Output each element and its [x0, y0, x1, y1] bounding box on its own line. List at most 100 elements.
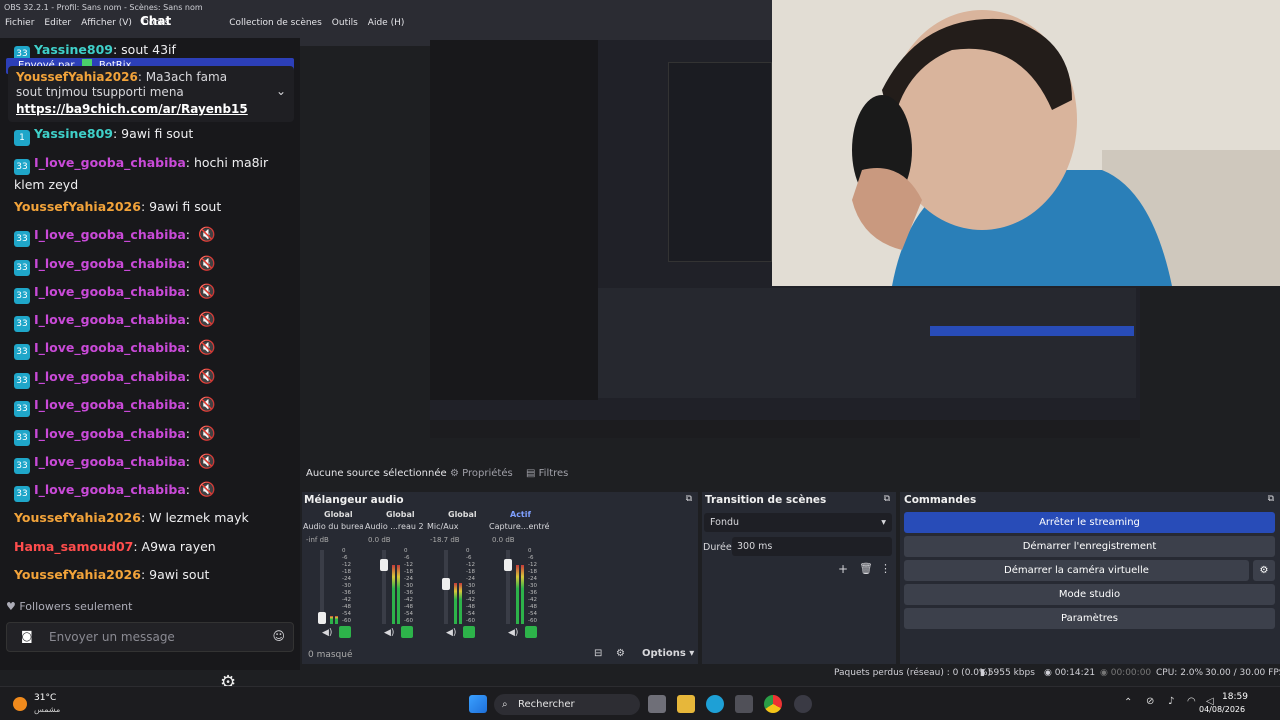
chat-username[interactable]: I_love_gooba_chabiba [34, 454, 186, 469]
chat-username[interactable]: YoussefYahia2026 [14, 199, 141, 214]
weather-desc: مشمس [34, 705, 61, 714]
db-tick: -48 [466, 604, 475, 610]
chat-username[interactable]: Hama_samoud07 [14, 539, 133, 554]
menu-editer[interactable]: Editer [44, 18, 71, 28]
chat-input-icon: ◙ [21, 629, 33, 643]
chat-input[interactable]: ◙ Envoyer un message ☺ [6, 622, 294, 652]
headphones-icon[interactable] [401, 626, 413, 638]
channel-name[interactable]: Mic/Aux [427, 522, 487, 531]
chat-username[interactable]: I_love_gooba_chabiba [34, 227, 186, 242]
duration-label: Durée [703, 542, 732, 553]
windows-start-icon[interactable] [469, 695, 487, 713]
obs-icon[interactable] [794, 695, 812, 713]
status-fps: 30.00 / 30.00 FPS [1205, 668, 1280, 678]
channel-name[interactable]: Capture...entrée) [489, 522, 549, 531]
speaker-icon[interactable]: ◀) [322, 628, 332, 638]
channel-scope: Actif [510, 510, 531, 519]
clock-date: 04/08/2026 [1199, 705, 1246, 714]
channel-scope: Global [324, 510, 353, 519]
channel-name[interactable]: Audio ...reau 2 [365, 522, 425, 531]
volume-slider-handle[interactable] [380, 559, 388, 572]
headphones-icon[interactable] [525, 626, 537, 638]
chat-username[interactable]: I_love_gooba_chabiba [34, 312, 186, 327]
start-virtual-camera-button[interactable]: Démarrer la caméra virtuelle [904, 560, 1249, 581]
menu-collection[interactable]: Collection de scènes [229, 18, 322, 28]
more-icon[interactable]: ⋮ [880, 562, 891, 575]
db-tick: -18 [404, 569, 413, 575]
clock-time[interactable]: 18:59 [1222, 692, 1248, 702]
stop-streaming-button[interactable]: Arrêter le streaming [904, 512, 1275, 533]
speaker-icon[interactable]: ◀) [384, 628, 394, 638]
delete-icon[interactable]: 🗑 [859, 562, 873, 575]
transition-select[interactable]: Fondu ▾ [704, 513, 892, 532]
headphones-icon[interactable] [339, 626, 351, 638]
layout-icon[interactable]: ⊟ [594, 648, 602, 659]
mic-icon[interactable]: ♪ [1168, 696, 1174, 707]
db-tick: -42 [342, 597, 351, 603]
chat-username[interactable]: I_love_gooba_chabiba [34, 397, 186, 412]
chat-dock-label: Chat [140, 14, 172, 28]
speaker-icon[interactable]: ◀) [508, 628, 518, 638]
sub-badge: 33 [14, 373, 30, 389]
settings-icon[interactable]: ⚙ [616, 648, 625, 659]
studio-mode-button[interactable]: Mode studio [904, 584, 1275, 605]
undock-icon[interactable]: ⧉ [1268, 494, 1274, 504]
speaker-icon[interactable]: ◀) [446, 628, 456, 638]
chat-message: 33 I_love_gooba_chabiba: 🔇 [14, 227, 215, 247]
chat-username[interactable]: I_love_gooba_chabiba [34, 369, 186, 384]
pinned-link[interactable]: https://ba9chich.com/ar/Rayenb15 [16, 102, 248, 116]
weather-temp[interactable]: 31°C [34, 693, 56, 703]
emoji-icon[interactable]: ☺ [272, 629, 285, 643]
db-tick: -42 [528, 597, 537, 603]
chat-message: 33 I_love_gooba_chabiba: hochi ma8ir klem… [14, 153, 284, 195]
volume-slider-handle[interactable] [318, 612, 326, 624]
task-view-icon[interactable] [648, 695, 666, 713]
settings-button[interactable]: Paramètres [904, 608, 1275, 629]
chrome-icon[interactable] [764, 695, 782, 713]
volume-slider-handle[interactable] [504, 559, 512, 572]
chat-text: : [185, 369, 190, 384]
status-bitrate: ▮ 5955 kbps [980, 668, 1035, 678]
properties-button[interactable]: ⚙ Propriétés [450, 468, 513, 479]
chat-username[interactable]: I_love_gooba_chabiba [34, 256, 186, 271]
undock-icon[interactable]: ⧉ [884, 494, 890, 504]
preview-obs-docks [598, 288, 1136, 398]
chat-message: 33 I_love_gooba_chabiba: 🔇 [14, 397, 215, 417]
chat-username[interactable]: I_love_gooba_chabiba [34, 155, 186, 170]
start-recording-button[interactable]: Démarrer l'enregistrement [904, 536, 1275, 557]
menu-aide[interactable]: Aide (H) [368, 18, 405, 28]
edge-icon[interactable] [706, 695, 724, 713]
wifi-icon[interactable]: ◠ [1187, 696, 1196, 707]
chat-username[interactable]: I_love_gooba_chabiba [34, 482, 186, 497]
headphones-icon[interactable] [463, 626, 475, 638]
undock-icon[interactable]: ⧉ [686, 494, 692, 504]
options-label: Options [642, 648, 686, 659]
sub-badge: 33 [14, 401, 30, 417]
db-scale: 0 -6 -12 -18 -24 -30 -36 -42 -48 -54 -60 [404, 548, 413, 625]
menu-afficher[interactable]: Afficher (V) [81, 18, 132, 28]
chat-username[interactable]: YoussefYahia2026 [14, 510, 141, 525]
db-tick: -48 [342, 604, 351, 610]
chat-username[interactable]: I_love_gooba_chabiba [34, 426, 186, 441]
add-icon[interactable]: + [838, 562, 848, 576]
status-live: ◉ 00:14:21 [1044, 668, 1096, 678]
volume-slider-handle[interactable] [442, 577, 450, 590]
network-icon[interactable]: ⊘ [1146, 696, 1154, 707]
virtual-camera-settings-icon[interactable]: ⚙ [1253, 560, 1275, 581]
mixer-options-button[interactable]: Options ▾ [642, 648, 694, 659]
taskbar-search[interactable]: ⌕ Rechercher [494, 694, 640, 715]
chevron-down-icon[interactable]: ⌄ [276, 84, 286, 98]
filters-button[interactable]: ▤ Filtres [526, 468, 568, 479]
chat-username[interactable]: Yassine809 [34, 126, 113, 141]
tray-chevron-icon[interactable]: ⌃ [1124, 697, 1132, 708]
duration-input[interactable]: 300 ms [732, 537, 892, 556]
menu-outils[interactable]: Outils [332, 18, 358, 28]
channel-name[interactable]: Audio du bureau [303, 522, 363, 531]
commands-dock: Commandes ⧉ Arrêter le streaming Démarre… [900, 492, 1280, 664]
menu-fichier[interactable]: Fichier [5, 18, 34, 28]
chat-username[interactable]: I_love_gooba_chabiba [34, 340, 186, 355]
chat-username[interactable]: I_love_gooba_chabiba [34, 284, 186, 299]
file-explorer-icon[interactable] [677, 695, 695, 713]
store-icon[interactable] [735, 695, 753, 713]
chat-username[interactable]: YoussefYahia2026 [14, 567, 141, 582]
